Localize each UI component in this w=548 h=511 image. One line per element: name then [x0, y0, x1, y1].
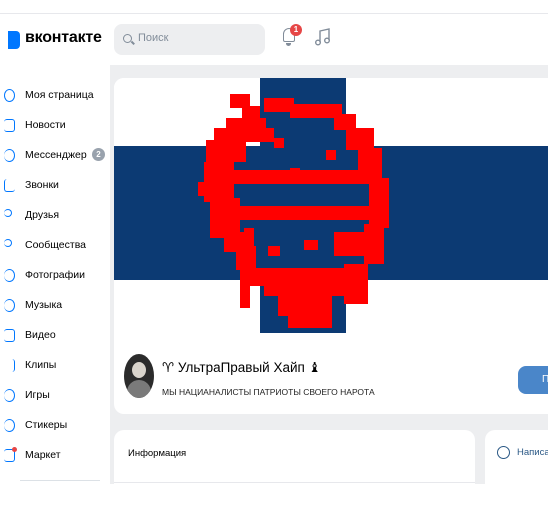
profile-status: МЫ НАЦИАНАЛИСТЫ ПАТРИОТЫ СВОЕГО НАРОТА	[162, 387, 375, 397]
avatar-face	[132, 362, 146, 378]
sidebar-item-label: Видео	[25, 329, 56, 341]
write-message-label: Написа	[517, 447, 548, 458]
info-divider	[114, 482, 475, 483]
bottom-blank	[0, 484, 548, 511]
games-icon	[4, 389, 15, 402]
photo-icon	[4, 269, 15, 282]
avatar-body	[127, 380, 151, 398]
profile-name: ♈ УльтраПравый Хайп ♝	[162, 360, 321, 375]
sidebar-item-clips[interactable]: Клипы	[0, 354, 110, 378]
sidebar-item-calls[interactable]: Звонки	[0, 174, 110, 198]
search-icon	[123, 34, 132, 43]
sidebar-item-label: Друзья	[25, 209, 60, 221]
sidebar-item-label: Стикеры	[25, 419, 68, 431]
sidebar-item-stickers[interactable]: Стикеры	[0, 414, 110, 438]
sidebar-item-my-page[interactable]: Моя страница	[0, 84, 110, 108]
sidebar-item-photos[interactable]: Фотографии	[0, 264, 110, 288]
search-placeholder: Поиск	[138, 32, 169, 44]
sidebar-item-label: Сообщества	[25, 239, 86, 251]
user-circle-icon	[4, 89, 15, 102]
messenger-badge: 2	[92, 148, 105, 161]
music-icon	[4, 299, 15, 312]
logo-text[interactable]: вконтакте	[25, 29, 102, 47]
sidebar-item-groups[interactable]: Сообщества	[0, 234, 110, 258]
cover-image	[114, 78, 548, 333]
friends-icon	[4, 209, 12, 217]
header: вконтакте Поиск 1	[0, 14, 548, 64]
notification-badge: 1	[290, 24, 302, 36]
profile-cover[interactable]	[114, 78, 548, 333]
sidebar-item-label: Фотографии	[25, 269, 86, 281]
profile-card: ♈ УльтраПравый Хайп ♝ МЫ НАЦИАНАЛИСТЫ ПА…	[114, 78, 548, 414]
sidebar-item-label: Маркет	[25, 449, 61, 461]
sidebar-item-news[interactable]: Новости	[0, 114, 110, 138]
sidebar-item-label: Игры	[25, 389, 50, 401]
sidebar-item-label: Моя страница	[25, 89, 94, 101]
music-icon[interactable]	[314, 27, 332, 47]
info-title[interactable]: Информация	[128, 448, 186, 459]
sidebar-item-label: Клипы	[25, 359, 57, 371]
profile-action-button[interactable]: П	[518, 366, 548, 394]
video-icon	[4, 329, 15, 342]
vk-logo-icon[interactable]	[8, 31, 20, 49]
sidebar-item-music[interactable]: Музыка	[0, 294, 110, 318]
sidebar-item-video[interactable]: Видео	[0, 324, 110, 348]
chat-icon	[4, 149, 15, 162]
clips-icon	[4, 359, 15, 372]
profile-avatar[interactable]	[124, 354, 154, 398]
sidebar-item-friends[interactable]: Друзья	[0, 204, 110, 228]
sidebar-item-messenger[interactable]: Мессенджер 2	[0, 144, 110, 168]
groups-icon	[4, 239, 12, 247]
sidebar-item-market[interactable]: Маркет	[0, 444, 110, 468]
sidebar-item-label: Новости	[25, 119, 66, 131]
sidebar-item-label: Звонки	[25, 179, 59, 191]
sidebar-item-label: Музыка	[25, 299, 63, 311]
sidebar-item-games[interactable]: Игры	[0, 384, 110, 408]
search-input[interactable]: Поиск	[114, 24, 265, 55]
market-new-dot	[12, 447, 17, 452]
news-icon	[4, 119, 15, 132]
stickers-icon	[4, 419, 15, 432]
sidebar-item-label: Мессенджер	[25, 149, 87, 161]
message-icon	[497, 446, 510, 459]
sidebar-divider	[20, 480, 100, 481]
phone-icon	[4, 179, 15, 192]
